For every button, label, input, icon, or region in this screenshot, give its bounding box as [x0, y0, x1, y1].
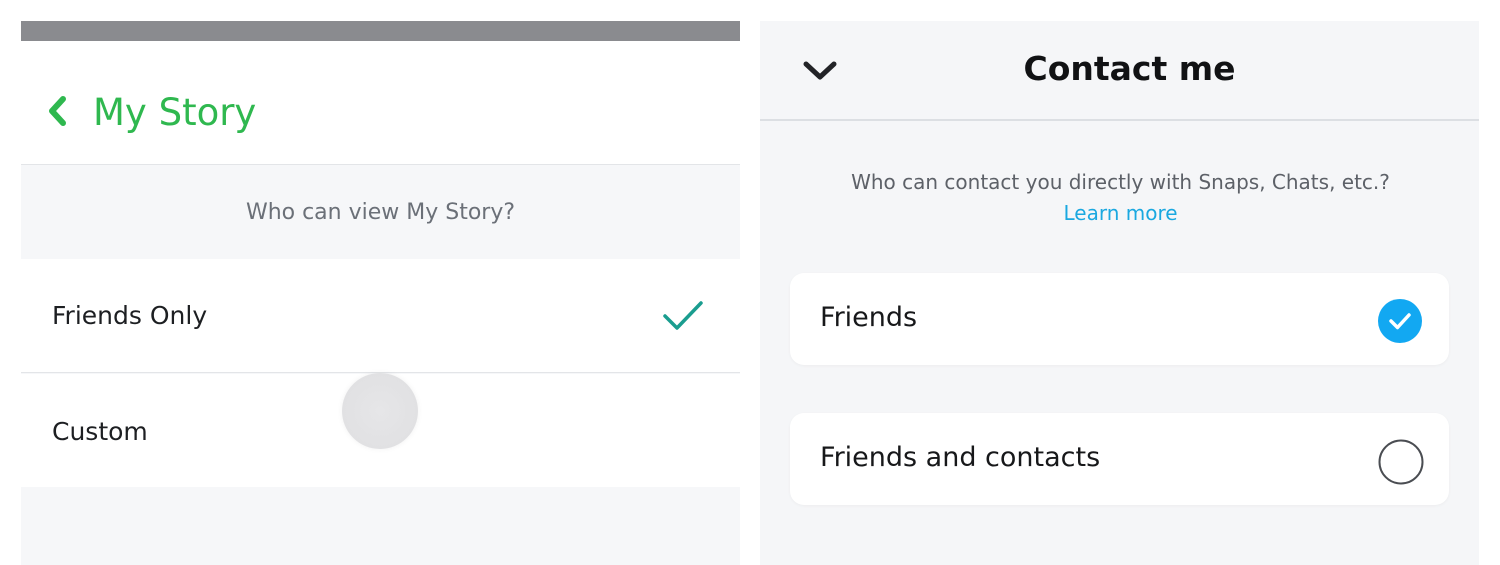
radio-unchecked-icon[interactable]	[1378, 439, 1424, 485]
option-label: Friends and contacts	[820, 442, 1101, 473]
page-title: My Story	[93, 91, 257, 134]
status-bar	[21, 21, 740, 41]
contact-me-header: Contact me	[760, 21, 1479, 121]
contact-me-screen: Contact me Who can contact you directly …	[760, 21, 1479, 565]
my-story-screen: My Story Who can view My Story? Friends …	[21, 21, 740, 565]
option-friends-and-contacts[interactable]: Friends and contacts	[790, 413, 1449, 505]
option-friends[interactable]: Friends	[790, 273, 1449, 365]
my-story-header: My Story	[21, 41, 740, 165]
radio-checked-icon[interactable]	[1378, 299, 1422, 343]
touch-indicator	[342, 373, 418, 449]
page-title: Contact me	[1023, 49, 1236, 88]
screenshot-canvas: My Story Who can view My Story? Friends …	[0, 0, 1500, 565]
option-label: Friends Only	[52, 301, 208, 330]
chevron-left-icon[interactable]	[43, 93, 73, 129]
option-label: Friends	[820, 302, 918, 333]
option-label: Custom	[52, 417, 148, 446]
checkmark-icon	[663, 301, 703, 330]
learn-more-link[interactable]: Learn more	[760, 201, 1479, 225]
contact-question: Who can contact you directly with Snaps,…	[851, 170, 1390, 194]
view-question: Who can view My Story?	[245, 200, 516, 225]
option-friends-only[interactable]: Friends Only	[21, 259, 740, 373]
